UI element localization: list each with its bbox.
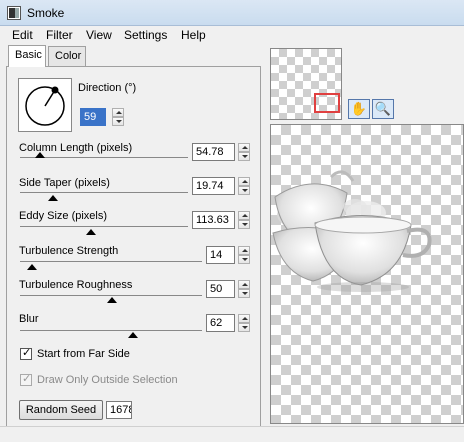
column-length-input[interactable]: 54.78 [192, 143, 235, 161]
direction-spinner[interactable] [112, 108, 124, 126]
eddy-size-slider-track[interactable] [20, 226, 188, 227]
menu-bar: Edit Filter View Settings Help [0, 26, 464, 45]
menu-view[interactable]: View [86, 28, 112, 42]
draw-outside-label: Draw Only Outside Selection [37, 374, 178, 386]
menu-settings[interactable]: Settings [124, 28, 167, 42]
title-bar: Smoke [0, 0, 464, 26]
turbulence-strength-spinner[interactable] [238, 246, 250, 264]
direction-dial[interactable] [18, 78, 72, 132]
navigator-viewport-rect[interactable] [314, 93, 340, 113]
eddy-size-slider-thumb[interactable] [86, 229, 96, 235]
side-taper-spinner[interactable] [238, 177, 250, 195]
window-title: Smoke [27, 6, 65, 20]
turbulence-roughness-spinner[interactable] [238, 280, 250, 298]
turbulence-strength-input[interactable]: 14 [206, 246, 235, 264]
zoom-tool-icon[interactable]: 🔍 [372, 99, 394, 119]
blur-input[interactable]: 62 [206, 314, 235, 332]
blur-slider-thumb[interactable] [128, 332, 138, 338]
hand-tool-icon[interactable]: ✋ [348, 99, 370, 119]
blur-label: Blur [19, 313, 39, 325]
turbulence-strength-slider-thumb[interactable] [27, 264, 37, 270]
start-far-side-checkbox[interactable] [20, 346, 32, 360]
draw-outside-checkbox[interactable] [20, 372, 32, 386]
turbulence-strength-label: Turbulence Strength [19, 245, 119, 257]
eddy-size-spinner[interactable] [238, 211, 250, 229]
random-seed-input[interactable]: 1678 [106, 401, 132, 419]
app-icon [7, 6, 21, 20]
result-preview[interactable] [270, 124, 464, 424]
column-length-spinner[interactable] [238, 143, 250, 161]
eddy-size-input[interactable]: 113.63 [192, 211, 235, 229]
side-taper-slider-thumb[interactable] [48, 195, 58, 201]
eddy-size-label: Eddy Size (pixels) [19, 210, 108, 222]
menu-edit[interactable]: Edit [12, 28, 33, 42]
side-taper-label: Side Taper (pixels) [19, 177, 110, 189]
turbulence-roughness-slider-track[interactable] [20, 295, 202, 296]
dial-graphic [25, 86, 65, 126]
status-bar [0, 426, 464, 442]
direction-label: Direction (°) [78, 82, 137, 94]
side-taper-input[interactable]: 19.74 [192, 177, 235, 195]
menu-filter[interactable]: Filter [46, 28, 73, 42]
blur-slider-track[interactable] [20, 330, 202, 331]
turbulence-roughness-label: Turbulence Roughness [19, 279, 133, 291]
random-seed-button[interactable]: Random Seed [19, 400, 103, 420]
tab-basic[interactable]: Basic [8, 45, 46, 67]
column-length-slider-track[interactable] [20, 157, 188, 158]
direction-input[interactable]: 59 [80, 108, 106, 126]
column-length-slider-thumb[interactable] [35, 152, 45, 158]
blur-spinner[interactable] [238, 314, 250, 332]
menu-help[interactable]: Help [181, 28, 206, 42]
tab-color[interactable]: Color [48, 46, 86, 67]
teacups-image [272, 170, 432, 292]
start-far-side-label: Start from Far Side [37, 348, 130, 360]
turbulence-strength-slider-track[interactable] [20, 261, 202, 262]
turbulence-roughness-slider-thumb[interactable] [107, 297, 117, 303]
side-taper-slider-track[interactable] [20, 192, 188, 193]
turbulence-roughness-input[interactable]: 50 [206, 280, 235, 298]
